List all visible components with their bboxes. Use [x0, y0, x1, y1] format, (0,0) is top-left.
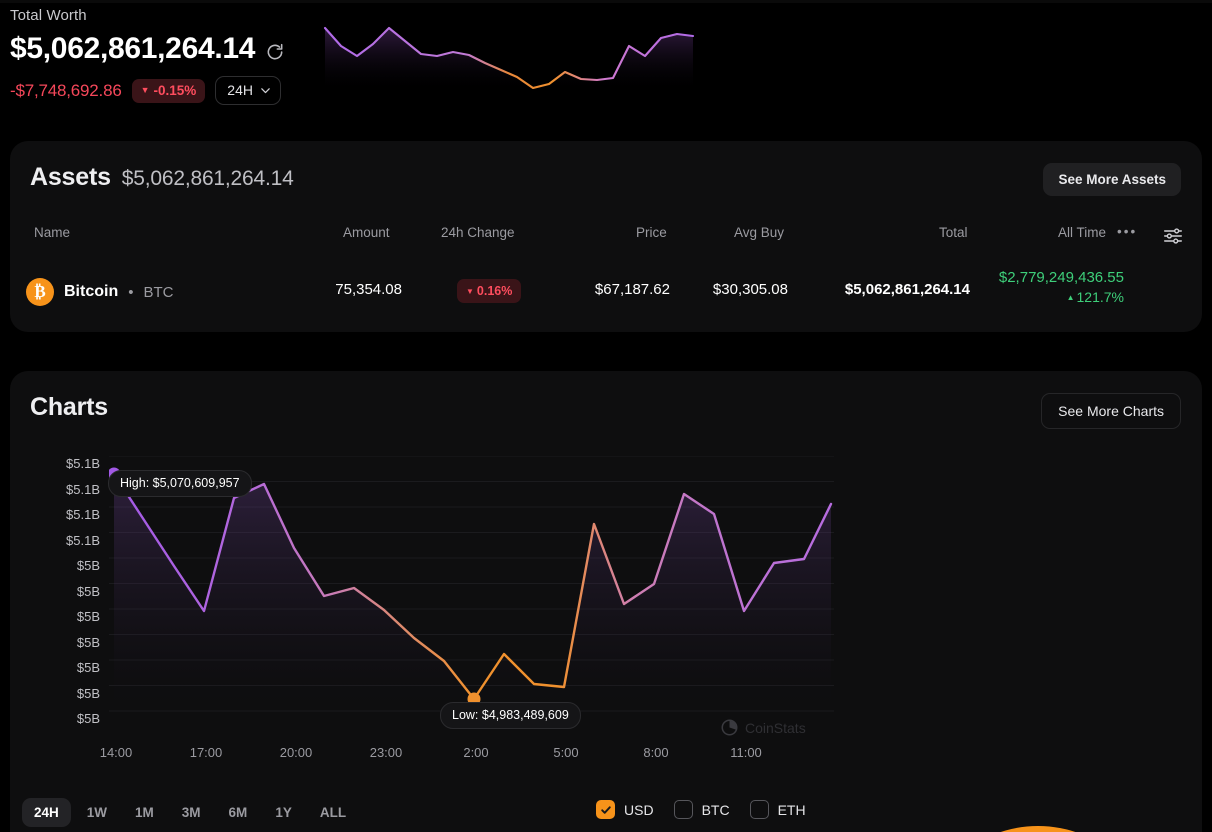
timeframe-1w[interactable]: 1W — [75, 798, 119, 827]
line-chart: $5.1B $5.1B $5.1B $5.1B $5B $5B $5B $5B … — [10, 456, 890, 786]
header-sparkline — [323, 26, 695, 92]
total-worth-value: $5,062,861,264.14 — [10, 32, 256, 65]
currency-selector: USD BTC ETH — [596, 800, 806, 819]
asset-name: Bitcoin — [64, 283, 119, 300]
asset-separator: • — [128, 283, 134, 301]
timeframe-all[interactable]: ALL — [308, 798, 358, 827]
check-icon — [600, 805, 611, 814]
col-avg-buy: Avg Buy — [734, 225, 785, 240]
coinstats-watermark: CoinStats — [721, 719, 806, 736]
total-worth-label: Total Worth — [10, 7, 87, 24]
asset-all-time: $2,779,249,436.55 ▲ 121.7% — [999, 269, 1124, 305]
assets-total: $5,062,861,264.14 — [121, 167, 294, 190]
charts-card: Charts See More Charts $5.1B $5.1B $5.1B… — [10, 371, 1202, 832]
change-percent-badge: ▼ -0.15% — [131, 78, 206, 103]
change-percent-value: -0.15% — [153, 82, 197, 98]
col-total: Total — [939, 225, 968, 240]
charts-title: Charts — [30, 393, 108, 421]
y-tick-8: $5B — [76, 660, 100, 675]
timeframe-selector: 24H 1W 1M 3M 6M 1Y ALL — [22, 798, 358, 827]
asset-all-time-percent-value: 121.7% — [1076, 289, 1124, 305]
y-tick-10: $5B — [76, 711, 100, 726]
checkbox-eth[interactable] — [749, 800, 769, 819]
chart-plot — [109, 456, 834, 731]
y-tick-1: $5.1B — [66, 481, 100, 497]
timeframe-6m[interactable]: 6M — [217, 798, 260, 827]
col-all-time-more-icon[interactable]: ••• — [1117, 224, 1137, 239]
assets-title: Assets — [30, 163, 111, 191]
x-tick-4: 2:00 — [463, 745, 489, 760]
y-tick-7: $5B — [76, 634, 100, 650]
y-tick-3: $5.1B — [66, 532, 100, 548]
high-tooltip: High: $5,070,609,957 — [108, 470, 252, 497]
timeframe-1m[interactable]: 1M — [123, 798, 166, 827]
donut-chart — [1001, 826, 1075, 832]
col-price: Price — [636, 225, 667, 240]
asset-symbol: BTC — [143, 283, 174, 301]
chart-area-fill — [114, 474, 831, 731]
asset-24h-change-badge: ▼ 0.16% — [457, 279, 522, 303]
x-tick-6: 8:00 — [643, 745, 669, 760]
checkbox-usd[interactable] — [596, 800, 615, 819]
y-tick-9: $5B — [76, 685, 100, 701]
change-absolute: -$7,748,692.86 — [10, 80, 122, 100]
asset-24h-change-value: 0.16% — [476, 284, 513, 298]
range-select[interactable]: 24H — [215, 76, 281, 105]
asset-identity: ₿ Bitcoin • BTC — [26, 278, 173, 306]
asset-all-time-value: $2,779,249,436.55 — [998, 269, 1124, 286]
x-tick-5: 5:00 — [553, 745, 579, 760]
x-tick-7: 11:00 — [730, 745, 762, 760]
see-more-assets-button[interactable]: See More Assets — [1043, 163, 1181, 196]
range-select-value: 24H — [227, 82, 253, 98]
currency-option-eth[interactable]: ETH — [749, 800, 806, 819]
y-tick-4: $5B — [76, 558, 100, 573]
timeframe-24h[interactable]: 24H — [22, 798, 71, 827]
col-amount: Amount — [343, 225, 390, 240]
x-tick-0: 14:00 — [99, 745, 133, 760]
bitcoin-icon: ₿ — [26, 278, 54, 306]
table-row[interactable]: ₿ Bitcoin • BTC 75,354.08 ▼ 0.16% $67,18… — [10, 267, 1202, 315]
pie-icon — [721, 719, 738, 736]
col-24h-change: 24h Change — [441, 225, 515, 240]
total-worth-change-row: -$7,748,692.86 ▼ -0.15% 24H — [10, 76, 281, 105]
assets-title-row: Assets $5,062,861,264.14 — [30, 163, 294, 192]
currency-label-usd: USD — [624, 801, 654, 818]
asset-total: $5,062,861,264.14 — [844, 281, 970, 298]
y-tick-0: $5.1B — [66, 456, 100, 471]
low-tooltip: Low: $4,983,489,609 — [440, 702, 581, 729]
checkbox-btc[interactable] — [673, 800, 693, 819]
asset-all-time-percent: ▲ 121.7% — [999, 289, 1124, 305]
down-triangle-icon: ▼ — [140, 84, 150, 95]
x-tick-3: 23:00 — [369, 745, 403, 760]
timeframe-3m[interactable]: 3M — [170, 798, 213, 827]
x-axis-labels: 14:00 17:00 20:00 23:00 2:00 5:00 8:00 1… — [100, 745, 849, 765]
currency-option-usd[interactable]: USD — [596, 800, 654, 819]
total-worth-value-row: $5,062,861,264.14 — [10, 32, 285, 66]
up-triangle-icon: ▲ — [1066, 292, 1075, 302]
col-name: Name — [34, 225, 71, 240]
timeframe-1y[interactable]: 1Y — [263, 798, 304, 827]
down-triangle-icon: ▼ — [466, 286, 474, 296]
x-tick-1: 17:00 — [189, 745, 223, 760]
currency-label-btc: BTC — [701, 801, 730, 818]
watermark-text: CoinStats — [745, 719, 806, 736]
asset-avg-buy: $30,305.08 — [712, 281, 788, 298]
x-tick-2: 20:00 — [279, 745, 313, 760]
asset-amount: 75,354.08 — [335, 281, 402, 298]
currency-label-eth: ETH — [777, 801, 806, 818]
col-all-time[interactable]: All Time — [1058, 225, 1106, 240]
chevron-down-icon — [261, 87, 270, 93]
y-tick-5: $5B — [76, 583, 100, 599]
sliders-icon[interactable] — [1162, 225, 1184, 247]
total-worth-header: Total Worth $5,062,861,264.14 -$7,748,69… — [0, 0, 1212, 125]
y-tick-2: $5.1B — [66, 507, 100, 522]
assets-card: Assets $5,062,861,264.14 See More Assets… — [10, 141, 1202, 332]
charts-title-row: Charts — [30, 393, 108, 422]
currency-option-btc[interactable]: BTC — [673, 800, 730, 819]
refresh-icon[interactable] — [265, 42, 285, 62]
assets-table-header: Name Amount 24h Change Price Avg Buy Tot… — [10, 224, 1202, 251]
see-more-charts-button[interactable]: See More Charts — [1041, 393, 1181, 429]
y-tick-6: $5B — [76, 609, 100, 624]
